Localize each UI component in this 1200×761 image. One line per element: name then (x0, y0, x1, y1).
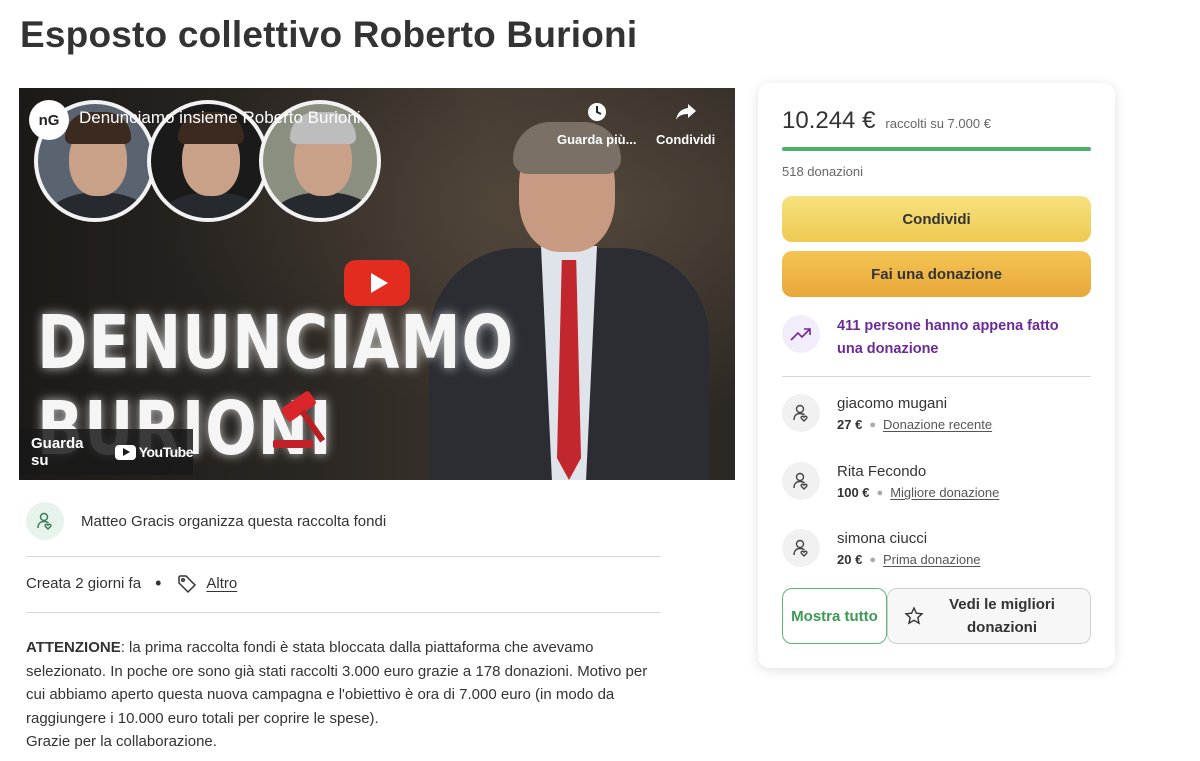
gavel-icon (273, 391, 326, 448)
overlay-line-1: DENUNCIAMO (37, 300, 514, 386)
youtube-logo-icon: YouTube (114, 444, 194, 460)
donor-name: giacomo mugani (837, 395, 948, 412)
channel-logo[interactable]: nG (29, 100, 69, 140)
tag-icon (177, 574, 197, 594)
divider (26, 612, 660, 613)
meta-separator: • (155, 573, 162, 593)
trend-text: 411 persone hanno appena fatto una donaz… (837, 318, 1059, 357)
donor-label-link[interactable]: Prima donazione (883, 552, 981, 567)
amount-raised: 10.244 € (782, 107, 876, 134)
organizer-text: Matteo Gracis organizza questa raccolta … (81, 512, 387, 530)
donor-item: Rita Fecondo 100 € ● Migliore donazione (782, 462, 999, 500)
campaign-meta: Creata 2 giorni fa • Altro (26, 573, 237, 594)
donor-label-link[interactable]: Migliore donazione (890, 485, 999, 500)
organizer-row: Matteo Gracis organizza questa raccolta … (26, 502, 386, 540)
heart-hand-icon (782, 529, 820, 567)
watch-on-youtube-button[interactable]: Guarda su YouTube (19, 429, 194, 475)
amount-row: 10.244 € raccolti su 7.000 € (782, 107, 991, 135)
donor-amount: 20 € (837, 552, 863, 567)
recent-donations-notice: 411 persone hanno appena fatto una donaz… (782, 315, 1087, 361)
watch-on-label: Guarda su (31, 435, 84, 469)
show-all-button[interactable]: Mostra tutto (782, 588, 887, 644)
share-arrow-icon (656, 102, 715, 128)
goal-text: raccolti su 7.000 € (885, 116, 991, 131)
video-share-button[interactable]: Condividi (656, 102, 715, 147)
best-donations-label: Vedi le migliori donazioni (949, 596, 1055, 636)
best-donations-button[interactable]: Vedi le migliori donazioni (887, 588, 1091, 644)
description-lead: ATTENZIONE (26, 639, 121, 656)
donor-name: Rita Fecondo (837, 463, 927, 480)
bullet-separator: ● (876, 486, 884, 499)
heart-hand-icon (782, 394, 820, 432)
progress-fill (782, 147, 1091, 151)
divider (26, 556, 660, 557)
donor-item: simona ciucci 20 € ● Prima donazione (782, 529, 981, 567)
campaign-description: ATTENZIONE: la prima raccolta fondi è st… (26, 636, 666, 754)
play-button[interactable] (344, 260, 410, 306)
watch-later-label: Guarda più... (557, 132, 637, 147)
donation-card: 10.244 € raccolti su 7.000 € 518 donazio… (758, 83, 1115, 668)
share-button[interactable]: Condividi (782, 196, 1091, 242)
donate-button[interactable]: Fai una donazione (782, 251, 1091, 297)
category-link[interactable]: Altro (206, 575, 237, 592)
description-closing: Grazie per la collaborazione. (26, 733, 217, 750)
progress-bar (782, 147, 1091, 151)
video-title[interactable]: Denunciamo insieme Roberto Burioni (79, 108, 361, 128)
trending-up-icon (782, 315, 820, 353)
video-share-label: Condividi (656, 132, 716, 147)
page-title: Esposto collettivo Roberto Burioni (20, 14, 638, 55)
donor-item: giacomo mugani 27 € ● Donazione recente (782, 394, 992, 432)
heart-hand-icon (782, 462, 820, 500)
clock-icon (557, 102, 636, 128)
donor-name: simona ciucci (837, 530, 928, 547)
watch-later-button[interactable]: Guarda più... (557, 102, 636, 147)
donor-amount: 27 € (837, 417, 863, 432)
star-icon (904, 606, 924, 626)
divider (782, 376, 1091, 377)
youtube-label: YouTube (138, 444, 194, 460)
donations-count: 518 donazioni (782, 164, 863, 179)
play-icon (370, 273, 388, 293)
donor-label-link[interactable]: Donazione recente (883, 417, 992, 432)
created-date: Creata 2 giorni fa (26, 575, 142, 592)
bullet-separator: ● (869, 553, 876, 566)
bullet-separator: ● (869, 418, 876, 431)
donor-amount: 100 € (837, 485, 870, 500)
heart-hand-icon (26, 502, 64, 540)
video-player[interactable]: nG Denunciamo insieme Roberto Burioni Gu… (19, 88, 735, 480)
